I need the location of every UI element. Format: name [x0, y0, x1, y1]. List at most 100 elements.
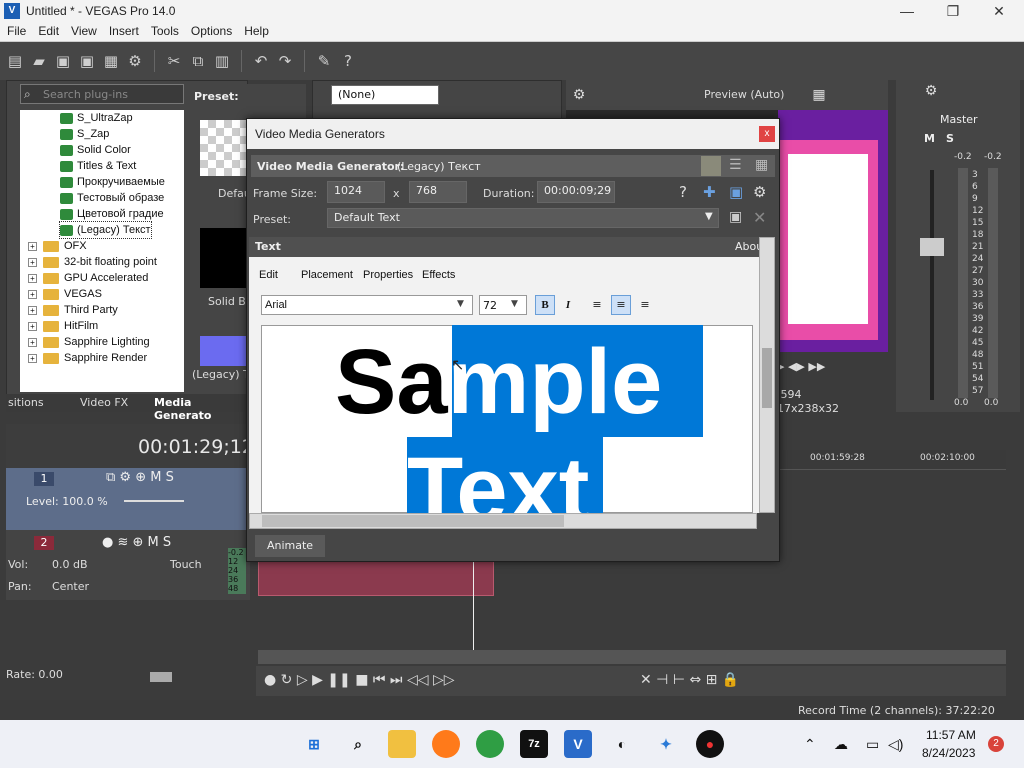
app-icon[interactable]: ✦ — [652, 730, 680, 758]
help-icon[interactable]: ? — [339, 52, 357, 70]
view-mode-icon[interactable] — [701, 156, 721, 176]
frame-height-field[interactable]: 768 — [409, 181, 467, 203]
recorder-icon[interactable]: ● — [696, 730, 724, 758]
gear-icon[interactable]: ⚙ — [922, 82, 940, 100]
solo-button[interactable]: S — [946, 132, 954, 145]
gear-icon[interactable]: ⚙ — [570, 86, 588, 104]
tree-item[interactable]: Тестовый образе — [60, 190, 164, 206]
menu-view[interactable]: View — [64, 22, 102, 38]
menu-edit[interactable]: Edit — [31, 22, 64, 38]
sample-text-line1[interactable]: Sample — [335, 329, 755, 435]
text-canvas[interactable]: Sample Text ↖ — [261, 325, 753, 513]
redo-icon[interactable]: ↷ — [276, 52, 294, 70]
tab-video-fx[interactable]: Video FX — [80, 396, 128, 409]
edit-tools-icons[interactable]: ✕ ⊣ ⊢ ⇔ ⊞ 🔒 — [640, 672, 739, 688]
grid-view-icon[interactable]: ▦ — [755, 157, 768, 173]
timeline-hscroll[interactable] — [258, 650, 1006, 664]
expand-icon[interactable]: + — [28, 289, 37, 299]
transport-icons[interactable]: ● ↻ ▷ ▶ ❚❚ ■ ⏮ ⏭ ◁◁ ▷▷ — [264, 672, 455, 688]
menu-file[interactable]: File — [0, 22, 31, 38]
menu-options[interactable]: Options — [184, 22, 237, 38]
tree-item[interactable]: S_UltraZap — [60, 110, 133, 126]
close-icon[interactable]: ✕ — [976, 0, 1022, 22]
clock-time[interactable]: 11:57 AM — [926, 728, 976, 742]
font-size-select[interactable]: 72 — [479, 295, 527, 315]
font-select[interactable]: Arial — [261, 295, 473, 315]
vegas-taskbar-icon[interactable]: V — [564, 730, 592, 758]
align-left-icon[interactable]: ≡ — [587, 295, 607, 315]
expand-icon[interactable]: + — [28, 257, 37, 267]
sample-text-line2[interactable]: Text — [407, 437, 727, 513]
plugin-tree[interactable]: S_UltraZap S_Zap Solid Color Titles & Text П… — [20, 110, 184, 392]
search-icon[interactable]: ⌕ — [344, 730, 372, 758]
tree-item[interactable]: Цветовой градие — [60, 206, 164, 222]
tree-item[interactable]: + VEGAS — [28, 286, 102, 302]
tree-item[interactable]: Titles & Text — [60, 158, 136, 174]
delete-preset-icon[interactable]: ✕ — [753, 208, 766, 227]
firefox-icon[interactable] — [432, 730, 460, 758]
chrome-icon[interactable] — [476, 730, 504, 758]
properties-icon[interactable]: ⚙ — [126, 52, 144, 70]
dialog-close-button[interactable]: x — [759, 126, 775, 142]
preset-select[interactable]: Default Text — [327, 208, 719, 228]
frame-width-field[interactable]: 1024 — [327, 181, 385, 203]
mute-button[interactable]: M — [924, 132, 935, 145]
hscroll-thumb[interactable] — [262, 515, 564, 527]
new-icon[interactable]: ▤ — [6, 52, 24, 70]
save-icon[interactable]: ▣ — [54, 52, 72, 70]
text-hscroll[interactable] — [249, 513, 757, 529]
restore-icon[interactable]: ❐ — [930, 0, 976, 22]
bypass-icon[interactable]: ▣ — [729, 183, 743, 201]
audio-clip[interactable] — [258, 560, 494, 596]
trimmer-select[interactable]: (None) — [331, 85, 439, 105]
edit-details-icon[interactable]: ✎ — [315, 52, 333, 70]
italic-button[interactable]: I — [559, 296, 577, 314]
volume-icon[interactable]: ◁) — [888, 736, 903, 753]
tree-item[interactable]: + OFX — [28, 238, 87, 254]
gear-icon[interactable]: ⚙ — [753, 183, 766, 201]
tab-effects[interactable]: Effects — [422, 269, 455, 281]
paste-icon[interactable]: ▥ — [213, 52, 231, 70]
tree-item[interactable]: + Third Party — [28, 302, 118, 318]
clock-date[interactable]: 8/24/2023 — [922, 746, 975, 760]
track-audio-icons[interactable]: ● ≋ ⊕ M S — [102, 535, 171, 550]
notification-badge[interactable]: 2 — [988, 736, 1004, 752]
tree-item[interactable]: +32-bit floating point — [28, 254, 157, 270]
text-vscroll[interactable] — [759, 237, 775, 513]
tab-media-generators[interactable]: Media Generato — [154, 396, 248, 422]
preview-transport-icons[interactable]: ▶ ◀▶ ▶▶ — [776, 360, 825, 373]
tab-transitions[interactable]: sitions — [8, 396, 44, 409]
align-right-icon[interactable]: ≡ — [635, 295, 655, 315]
search-input[interactable]: Search plug-ins — [20, 84, 184, 104]
tree-item[interactable]: Solid Color — [60, 142, 131, 158]
rate-slider[interactable] — [150, 672, 172, 682]
tab-edit[interactable]: Edit — [259, 269, 278, 281]
expand-icon[interactable]: + — [28, 305, 37, 315]
render-icon[interactable]: ▦ — [102, 52, 120, 70]
grid-icon[interactable]: ▦ — [810, 86, 828, 104]
expand-icon[interactable]: + — [28, 273, 37, 283]
tab-placement[interactable]: Placement — [301, 269, 353, 281]
expand-icon[interactable]: + — [28, 337, 37, 347]
tree-item[interactable]: + Sapphire Lighting — [28, 334, 150, 350]
dialog-titlebar[interactable]: Video Media Generators x — [247, 119, 779, 149]
duration-field[interactable]: 00:00:09;29 — [537, 181, 615, 203]
vscroll-thumb[interactable] — [762, 348, 772, 408]
save-preset-icon[interactable]: ▣ — [729, 209, 742, 225]
network-icon[interactable]: ▭ — [866, 736, 879, 753]
list-view-icon[interactable]: ☰ — [729, 157, 742, 173]
onedrive-icon[interactable]: ☁ — [834, 736, 848, 753]
app-icon[interactable]: ◐ — [608, 730, 636, 758]
tree-item[interactable]: + GPU Accelerated — [28, 270, 148, 286]
tab-properties[interactable]: Properties — [363, 269, 413, 281]
expand-icon[interactable]: + — [28, 241, 37, 251]
expand-icon[interactable]: + — [28, 353, 37, 363]
touch-mode[interactable]: Touch — [170, 558, 202, 571]
track-fx-icons[interactable]: ⧉ ⚙ ⊕ M S — [106, 470, 174, 485]
start-icon[interactable]: ⊞ — [300, 730, 328, 758]
file-explorer-icon[interactable] — [388, 730, 416, 758]
tray-chevron-icon[interactable]: ⌃ — [804, 736, 816, 753]
preview-mode[interactable]: Preview (Auto) — [704, 88, 784, 101]
help-icon[interactable]: ? — [679, 183, 687, 201]
cut-icon[interactable]: ✂ — [165, 52, 183, 70]
